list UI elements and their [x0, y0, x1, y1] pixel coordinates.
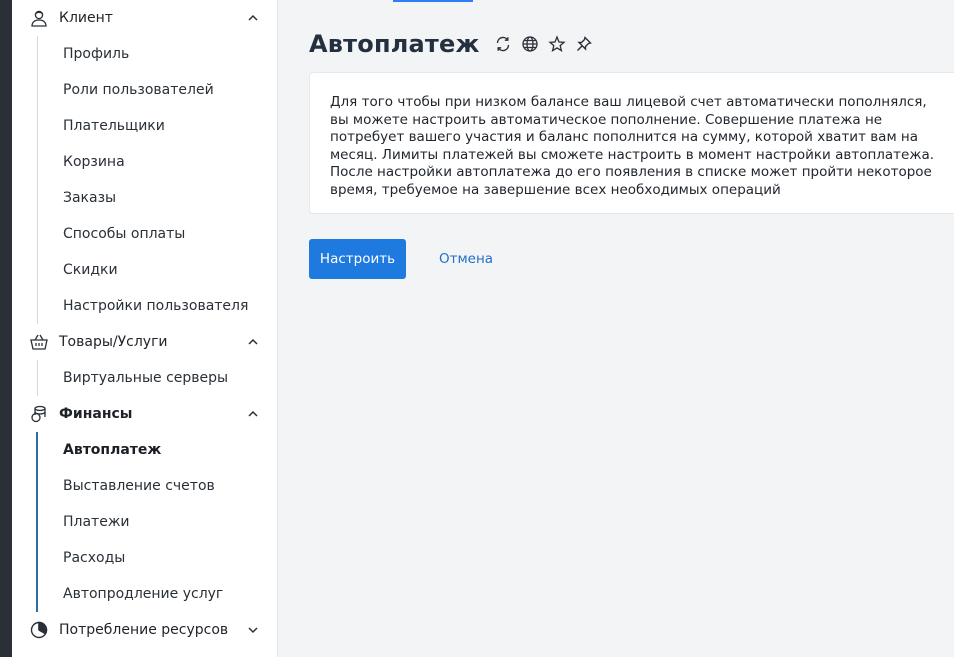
title-row: Автоплатеж: [309, 30, 602, 58]
user-icon: [29, 8, 49, 28]
sidebar-item-discounts[interactable]: Скидки: [12, 252, 277, 288]
sidebar-item-payers[interactable]: Плательщики: [12, 108, 277, 144]
sidebar-items-client: Профиль Роли пользователей Плательщики К…: [12, 36, 277, 324]
main-content: Автоплатеж Для того чтобы при низком бал…: [279, 0, 954, 657]
chevron-down-icon[interactable]: [247, 624, 259, 636]
pin-icon[interactable]: [575, 35, 593, 53]
chevron-up-icon[interactable]: [247, 336, 259, 348]
page-title: Автоплатеж: [309, 30, 480, 58]
sidebar-group-products: Товары/Услуги Виртуальные серверы: [12, 324, 277, 396]
chevron-up-icon[interactable]: [247, 408, 259, 420]
configure-button[interactable]: Настроить: [309, 239, 406, 279]
star-icon[interactable]: [547, 35, 566, 53]
refresh-icon[interactable]: [494, 35, 512, 53]
sidebar-items-products: Виртуальные серверы: [12, 360, 277, 396]
sidebar-group-header-client[interactable]: Клиент: [12, 0, 277, 36]
sidebar-items-finance: Автоплатеж Выставление счетов Платежи Ра…: [12, 432, 277, 612]
sidebar-item-payments[interactable]: Платежи: [12, 504, 277, 540]
sidebar-item-expenses[interactable]: Расходы: [12, 540, 277, 576]
sidebar-item-cart[interactable]: Корзина: [12, 144, 277, 180]
app-window: Клиент Профиль Роли пользователей Плател…: [0, 0, 954, 657]
left-edge-strip: [0, 0, 12, 657]
sidebar-group-label: Товары/Услуги: [59, 334, 168, 350]
sidebar-group-label: Финансы: [59, 406, 133, 422]
sidebar-item-orders[interactable]: Заказы: [12, 180, 277, 216]
sidebar-item-virtual-servers[interactable]: Виртуальные серверы: [12, 360, 277, 396]
coins-icon: [29, 404, 49, 424]
sidebar-group-header-resource-usage[interactable]: Потребление ресурсов: [12, 612, 277, 648]
sidebar-item-service-autorenewal[interactable]: Автопродление услуг: [12, 576, 277, 612]
info-card: Для того чтобы при низком балансе ваш ли…: [309, 72, 954, 214]
sidebar-item-payment-methods[interactable]: Способы оплаты: [12, 216, 277, 252]
sidebar-item-invoicing[interactable]: Выставление счетов: [12, 468, 277, 504]
globe-icon[interactable]: [521, 35, 539, 53]
sidebar-group-header-products[interactable]: Товары/Услуги: [12, 324, 277, 360]
cancel-button[interactable]: Отмена: [427, 239, 505, 279]
sidebar-group-resource-usage: Потребление ресурсов: [12, 612, 277, 648]
sidebar-item-autopayment[interactable]: Автоплатеж: [12, 432, 277, 468]
title-actions: [494, 35, 602, 53]
sidebar-group-header-finance[interactable]: Финансы: [12, 396, 277, 432]
sidebar-item-user-settings[interactable]: Настройки пользователя: [12, 288, 277, 324]
info-text: Для того чтобы при низком балансе ваш ли…: [330, 94, 938, 199]
sidebar-group-label: Клиент: [59, 10, 113, 26]
sidebar-item-profile[interactable]: Профиль: [12, 36, 277, 72]
sidebar-group-finance: Финансы Автоплатеж Выставление счетов Пл…: [12, 396, 277, 612]
info-paragraph: После настройки автоплатежа до его появл…: [330, 164, 932, 198]
sidebar-group-client: Клиент Профиль Роли пользователей Плател…: [12, 0, 277, 324]
sidebar-group-label: Потребление ресурсов: [59, 622, 229, 638]
pie-chart-icon: [29, 620, 49, 640]
sidebar: Клиент Профиль Роли пользователей Плател…: [12, 0, 278, 657]
chevron-up-icon[interactable]: [247, 12, 259, 24]
info-paragraph: Для того чтобы при низком балансе ваш ли…: [330, 94, 935, 163]
sidebar-item-user-roles[interactable]: Роли пользователей: [12, 72, 277, 108]
basket-icon: [29, 332, 49, 352]
